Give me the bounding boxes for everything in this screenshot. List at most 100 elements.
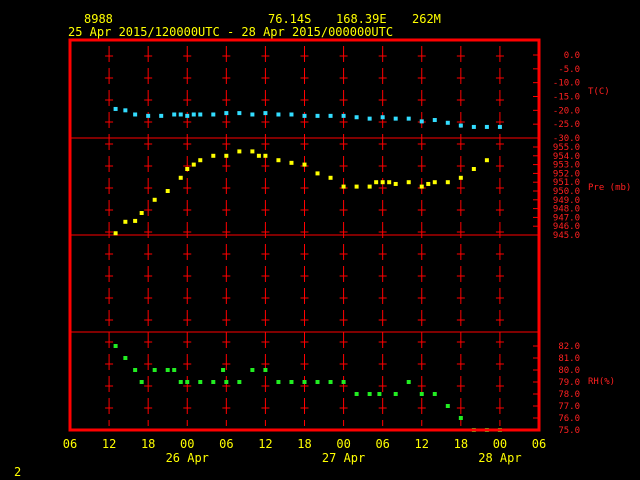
x-tick-label: 18 (454, 437, 468, 451)
data-point (165, 189, 170, 193)
data-point (113, 344, 118, 348)
data-point (139, 211, 144, 215)
data-point (172, 112, 177, 117)
data-point (139, 380, 144, 384)
data-point (276, 158, 281, 163)
data-point (250, 149, 255, 154)
meteogram-chart: 8988 76.14S 168.39E 262M 25 Apr 2015/120… (0, 0, 640, 480)
data-point (380, 180, 385, 185)
x-date-label: 26 Apr (166, 451, 209, 465)
data-point (289, 160, 294, 165)
data-point (380, 115, 385, 120)
data-point (123, 356, 128, 360)
y-tick-label: 76.0 (558, 414, 580, 424)
data-point (159, 113, 164, 118)
data-point (133, 368, 138, 372)
data-point (250, 112, 255, 117)
y-tick-label: 77.0 (558, 402, 580, 412)
background (0, 0, 640, 480)
data-point (341, 380, 346, 384)
data-point (315, 113, 320, 118)
y-tick-label: 0.0 (564, 51, 580, 61)
data-point (484, 158, 489, 163)
data-point (276, 112, 281, 117)
data-point (302, 162, 307, 167)
data-point (377, 392, 382, 396)
x-tick-label: 18 (297, 437, 311, 451)
y-tick-label: 82.0 (558, 342, 580, 352)
data-point (113, 106, 118, 111)
x-tick-label: 06 (532, 437, 546, 451)
data-point (123, 219, 128, 224)
y-tick-label: -5.0 (558, 65, 580, 75)
data-point (152, 368, 157, 372)
data-point (341, 113, 346, 118)
panel-name: T(C) (588, 87, 610, 97)
data-point (328, 113, 333, 118)
data-point (419, 184, 424, 189)
data-point (289, 380, 294, 384)
data-point (302, 113, 307, 118)
data-point (471, 167, 476, 171)
data-point (289, 112, 294, 117)
data-point (328, 175, 333, 180)
data-point (133, 218, 138, 223)
data-point (224, 153, 229, 158)
data-point (178, 112, 183, 117)
data-point (406, 116, 411, 121)
y-tick-label: 79.0 (558, 378, 580, 388)
x-tick-label: 06 (375, 437, 389, 451)
data-point (367, 184, 372, 189)
data-point (211, 153, 216, 158)
longitude: 168.39E (336, 12, 387, 26)
date-range: 25 Apr 2015/120000UTC - 28 Apr 2015/0000… (68, 25, 393, 39)
data-point (146, 113, 151, 118)
data-point (237, 380, 242, 384)
data-point (224, 380, 229, 384)
data-point (211, 112, 216, 117)
data-point (432, 180, 437, 185)
data-point (191, 162, 196, 167)
data-point (198, 158, 203, 163)
y-tick-label: 75.0 (558, 426, 580, 436)
data-point (445, 180, 450, 185)
data-point (406, 380, 411, 384)
y-tick-label: 78.0 (558, 390, 580, 400)
data-point (484, 124, 489, 129)
data-point (178, 380, 183, 384)
x-tick-label: 00 (336, 437, 350, 451)
latitude: 76.14S (268, 12, 311, 26)
y-tick-label: -15.0 (553, 93, 580, 103)
data-point (133, 112, 138, 117)
data-point (263, 111, 268, 116)
data-point (432, 118, 437, 123)
data-point (165, 368, 170, 372)
data-point (221, 368, 226, 372)
data-point (256, 153, 261, 158)
footer-number: 2 (14, 465, 21, 479)
data-point (367, 392, 372, 396)
data-point (419, 119, 424, 124)
y-tick-label: 80.0 (558, 366, 580, 376)
data-point (445, 120, 450, 125)
y-tick-label: 81.0 (558, 354, 580, 364)
x-tick-label: 12 (258, 437, 272, 451)
data-point (185, 380, 190, 384)
data-point (497, 124, 502, 129)
data-point (191, 112, 196, 117)
y-tick-label: -20.0 (553, 106, 580, 116)
data-point (250, 368, 255, 372)
y-tick-label: 945.0 (553, 231, 580, 241)
data-point (374, 180, 379, 185)
data-point (211, 380, 216, 384)
data-point (406, 180, 411, 185)
data-point (387, 180, 392, 185)
data-point (393, 392, 398, 396)
data-point (224, 111, 229, 116)
data-point (354, 115, 359, 120)
x-tick-label: 00 (180, 437, 194, 451)
data-point (185, 167, 190, 171)
data-point (178, 175, 183, 180)
data-point (276, 380, 281, 384)
x-tick-label: 06 (63, 437, 77, 451)
